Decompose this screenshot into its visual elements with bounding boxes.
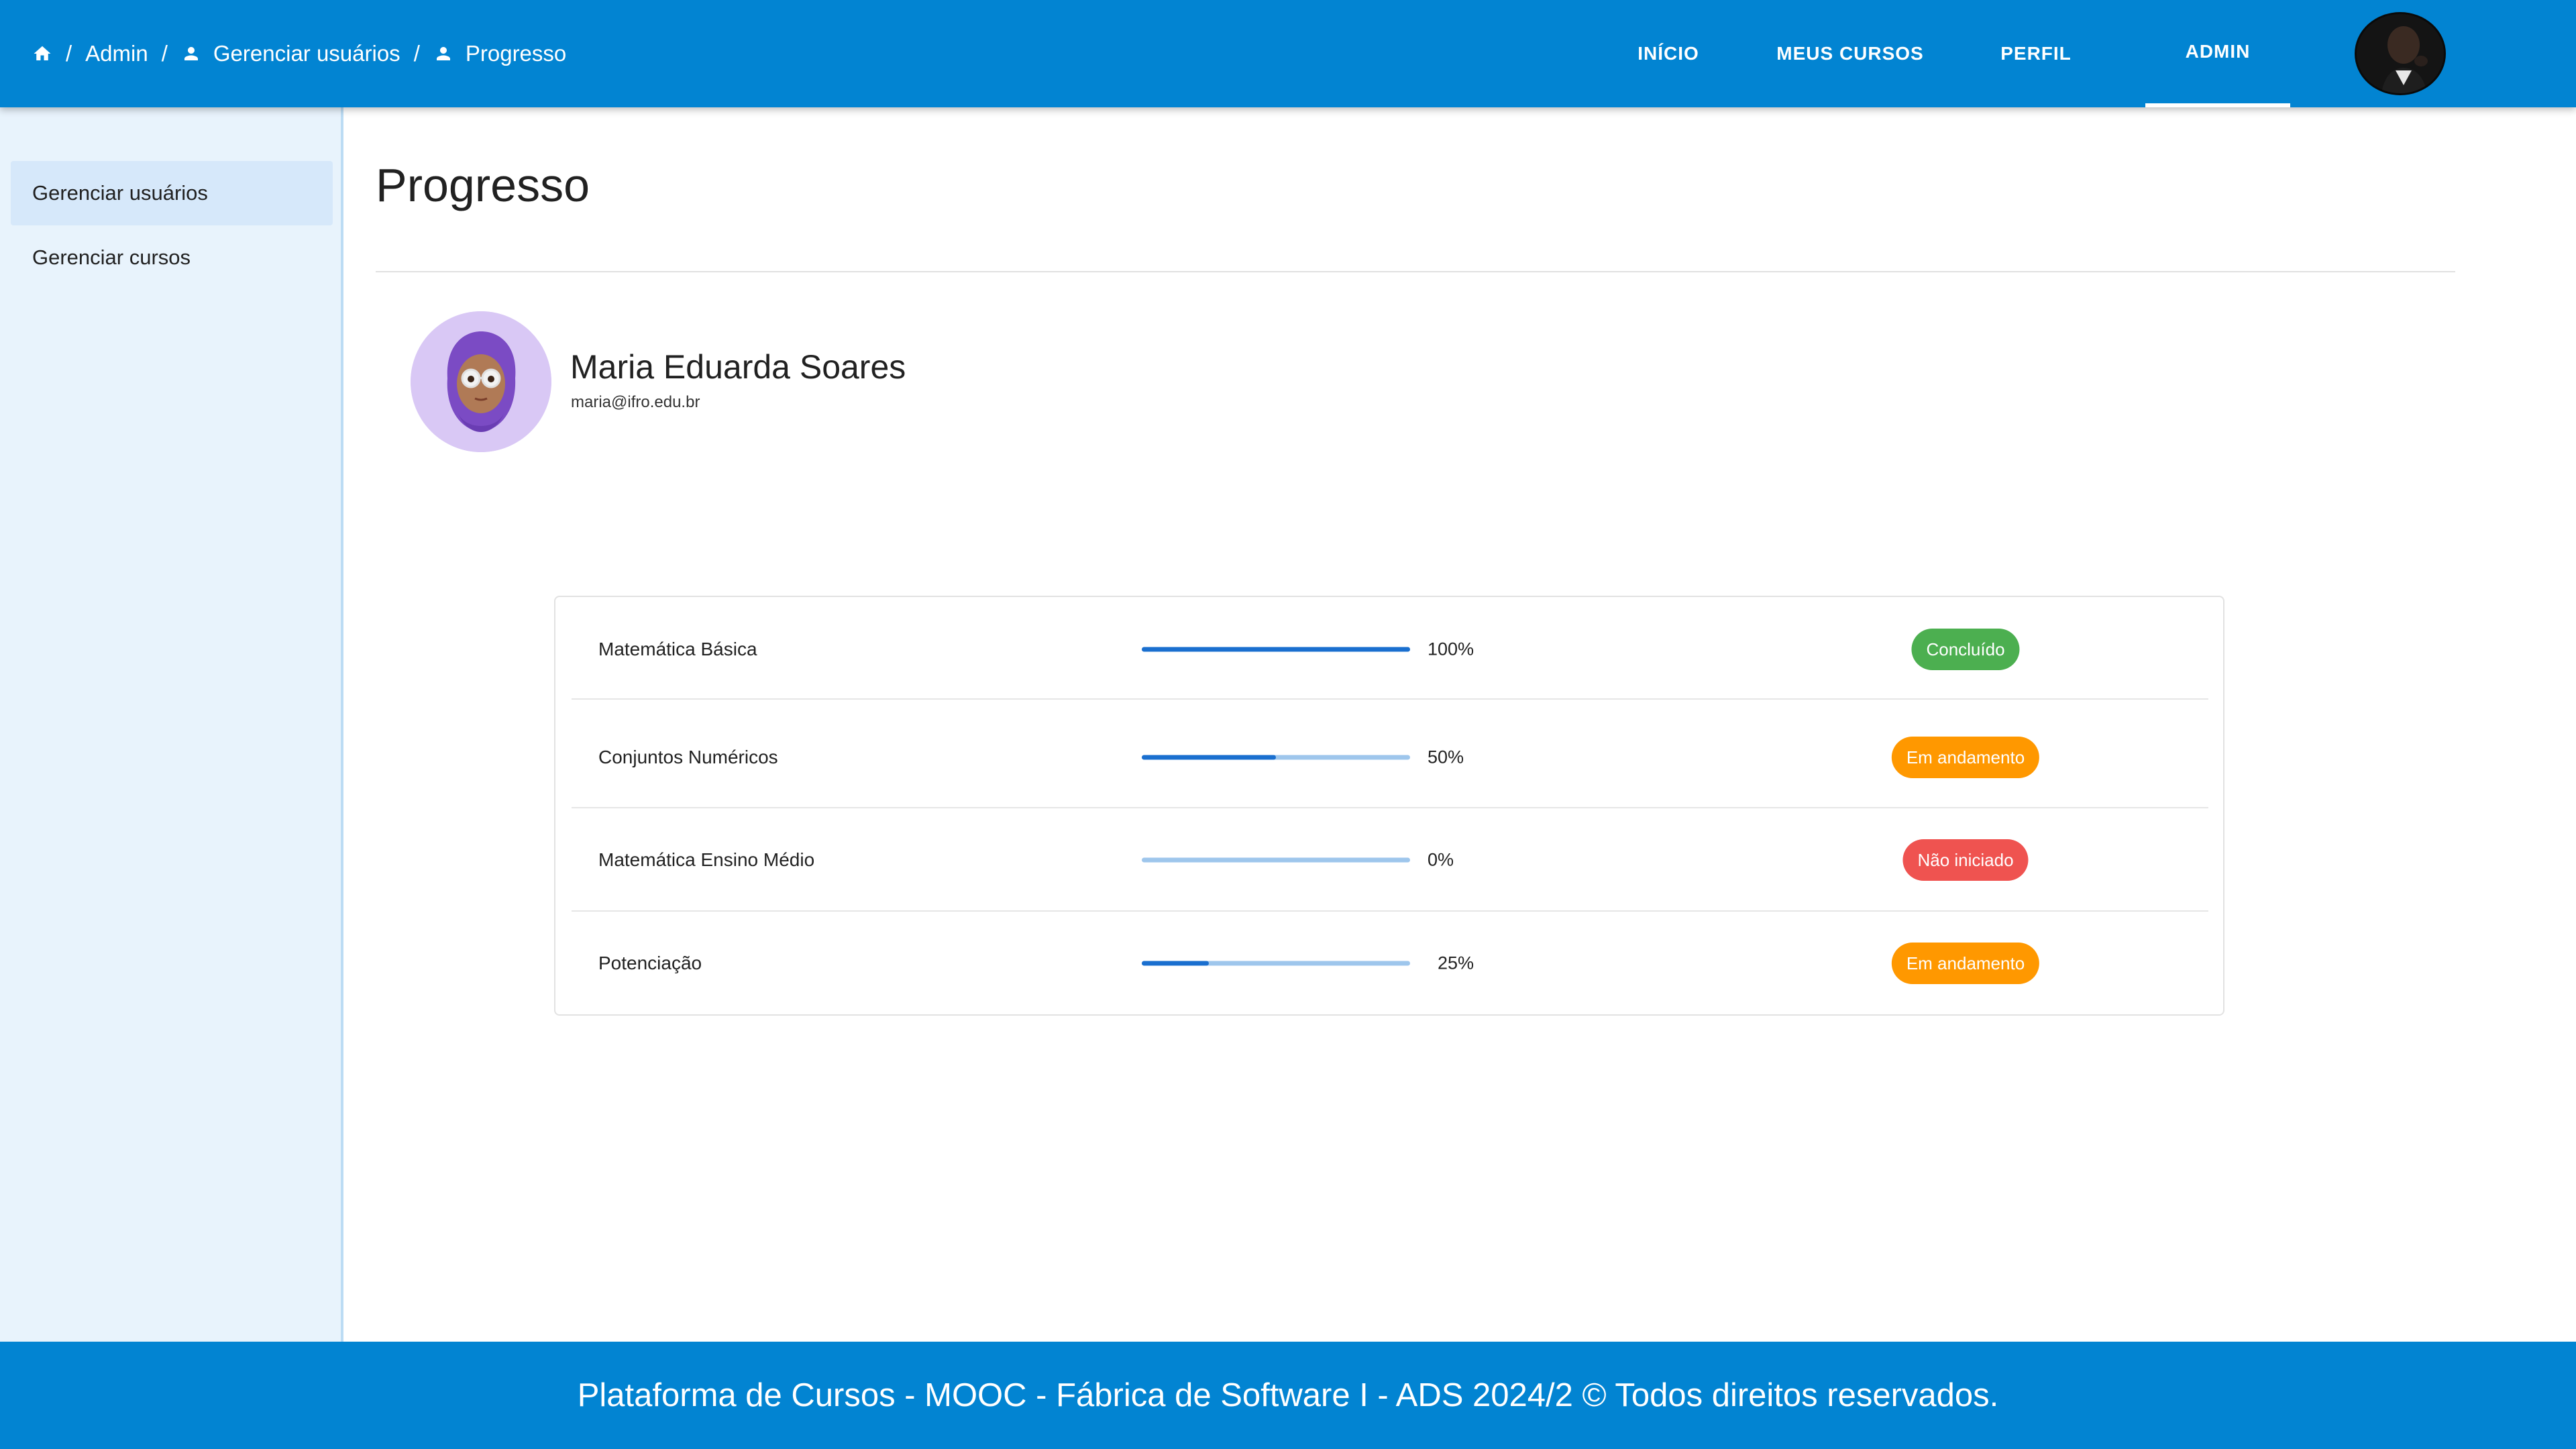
footer-text: Plataforma de Cursos - MOOC - Fábrica de…: [577, 1377, 1999, 1413]
progress-row: Potenciação 25% Em andamento: [572, 912, 2208, 1016]
progress-percent: 25%: [1438, 953, 1474, 973]
nav-admin[interactable]: ADMIN: [2145, 0, 2290, 107]
page-title: Progresso: [376, 159, 590, 211]
nav-meus-cursos[interactable]: MEUS CURSOS: [1771, 0, 1929, 107]
app-bar: / Admin / Gerenciar usuários / Progresso…: [0, 0, 2576, 107]
progress-percent: 50%: [1428, 747, 1464, 767]
progress-percent: 0%: [1428, 849, 1454, 870]
sidebar-item-manage-users[interactable]: Gerenciar usuários: [11, 161, 333, 225]
progress-bar: [1142, 857, 1410, 863]
course-name: Matemática Básica: [598, 639, 757, 659]
user-photo-icon: [2357, 14, 2444, 93]
progress-bar-fill: [1142, 647, 1410, 652]
status-badge: Em andamento: [1891, 737, 2040, 778]
memoji-avatar-icon: [411, 311, 551, 452]
course-name: Conjuntos Numéricos: [598, 747, 778, 767]
progress-bar: [1142, 961, 1410, 966]
progress-bar: [1142, 647, 1410, 652]
profile-name: Maria Eduarda Soares: [570, 348, 906, 386]
user-avatar[interactable]: [2355, 12, 2446, 95]
course-name: Matemática Ensino Médio: [598, 849, 815, 870]
progress-row: Conjuntos Numéricos 50% Em andamento: [572, 700, 2208, 808]
profile-avatar: [411, 311, 551, 452]
course-name: Potenciação: [598, 953, 702, 973]
progress-row: Matemática Ensino Médio 0% Não iniciado: [572, 808, 2208, 912]
progress-bar-fill: [1142, 961, 1209, 966]
nav-perfil[interactable]: PERFIL: [1986, 0, 2086, 107]
progress-card: Matemática Básica 100% Concluído Conjunt…: [554, 596, 2224, 1016]
profile-email: maria@ifro.edu.br: [571, 393, 700, 411]
nav-inicio[interactable]: INÍCIO: [1623, 0, 1713, 107]
status-badge: Concluído: [1911, 629, 2020, 670]
sidebar: Gerenciar usuários Gerenciar cursos: [0, 107, 343, 1342]
divider: [376, 271, 2455, 272]
footer: Plataforma de Cursos - MOOC - Fábrica de…: [0, 1342, 2576, 1449]
progress-row: Matemática Básica 100% Concluído: [572, 597, 2208, 700]
sidebar-item-manage-courses[interactable]: Gerenciar cursos: [11, 225, 333, 290]
status-badge: Em andamento: [1891, 943, 2040, 984]
progress-percent: 100%: [1428, 639, 1474, 659]
progress-bar-fill: [1142, 755, 1276, 760]
top-nav: INÍCIO MEUS CURSOS PERFIL ADMIN: [0, 0, 2576, 107]
status-badge: Não iniciado: [1902, 839, 2029, 881]
progress-bar: [1142, 755, 1410, 760]
